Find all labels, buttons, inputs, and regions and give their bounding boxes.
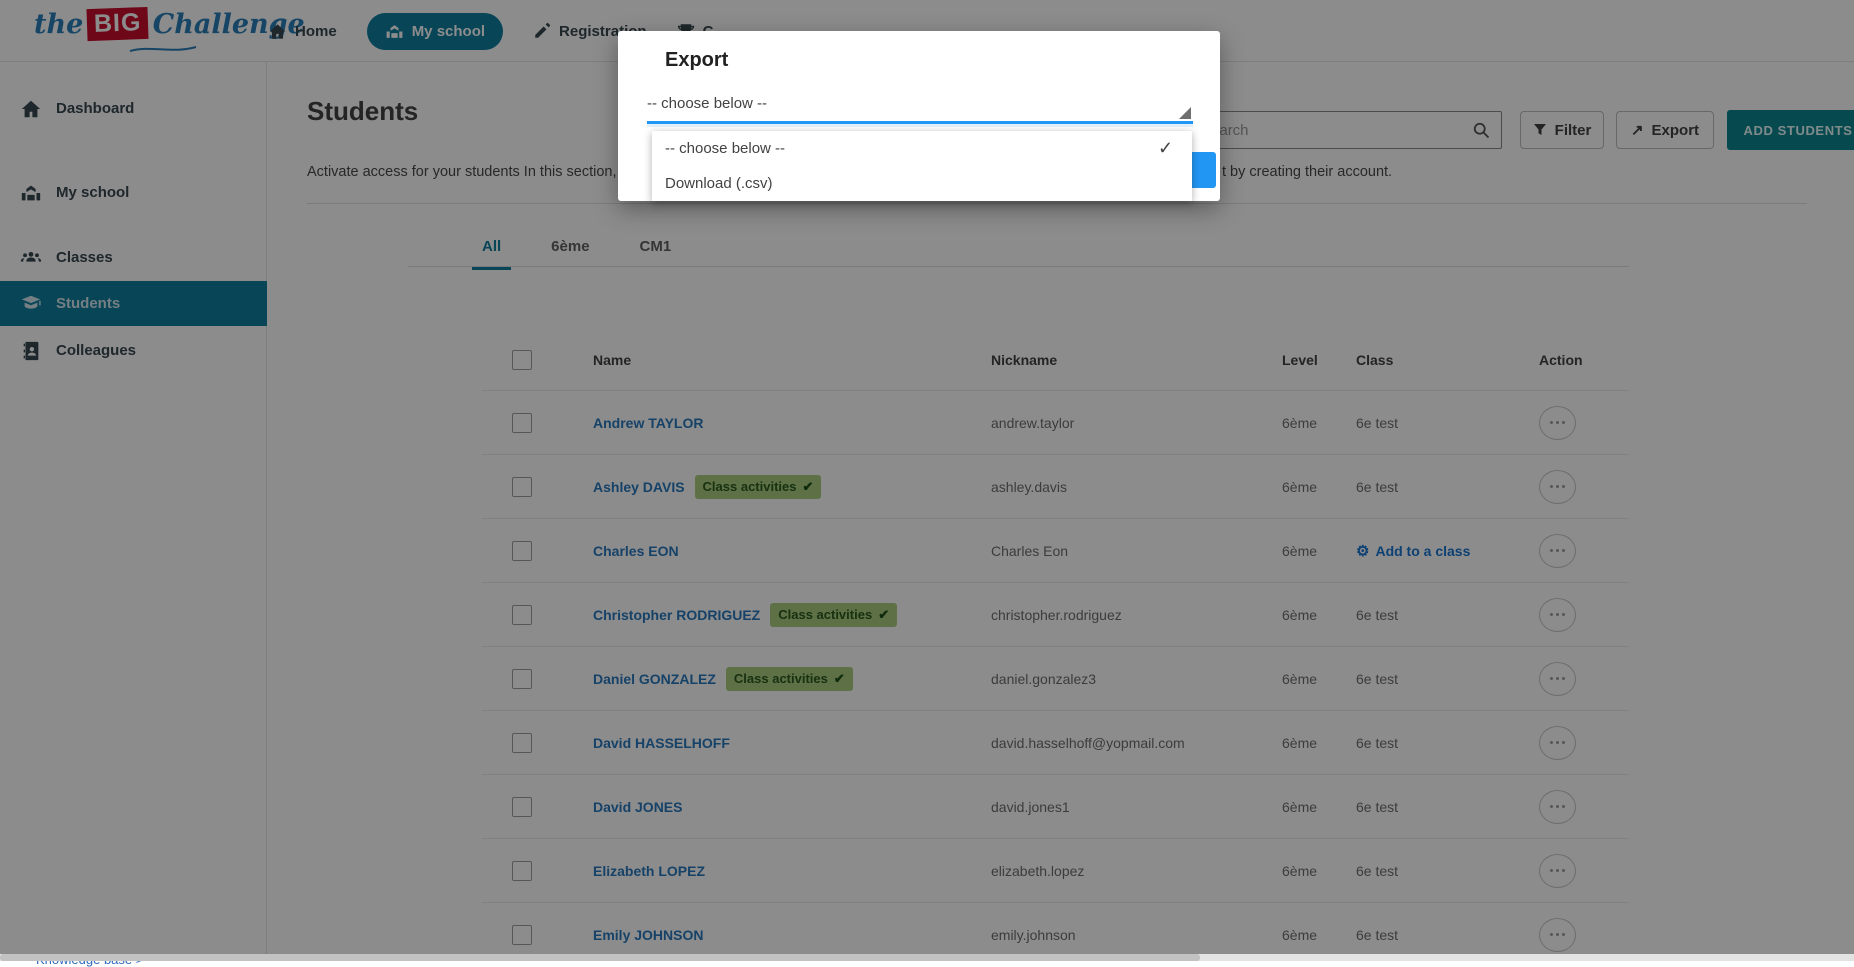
modal-title: Export [665, 49, 729, 71]
menu-option-label: -- choose below -- [665, 140, 786, 157]
menu-option-download-csv[interactable]: Download (.csv) [652, 166, 1192, 201]
dropdown-arrow-icon [1179, 107, 1191, 119]
horizontal-scrollbar[interactable] [0, 954, 1854, 961]
export-modal: Export -- choose below -- -- choose belo… [618, 31, 1220, 201]
select-value: -- choose below -- [647, 95, 768, 112]
menu-option-choose-below[interactable]: -- choose below -- ✓ [652, 131, 1192, 166]
check-icon: ✓ [1158, 138, 1174, 158]
app-window: the BIG Challenge Home My school Registr… [0, 0, 1854, 967]
select-underline-glow [647, 124, 1193, 127]
menu-option-label: Download (.csv) [665, 175, 773, 192]
export-format-select[interactable]: -- choose below -- [647, 95, 1193, 127]
export-options-menu: -- choose below -- ✓ Download (.csv) [652, 131, 1192, 201]
scrollbar-thumb[interactable] [0, 954, 1200, 961]
